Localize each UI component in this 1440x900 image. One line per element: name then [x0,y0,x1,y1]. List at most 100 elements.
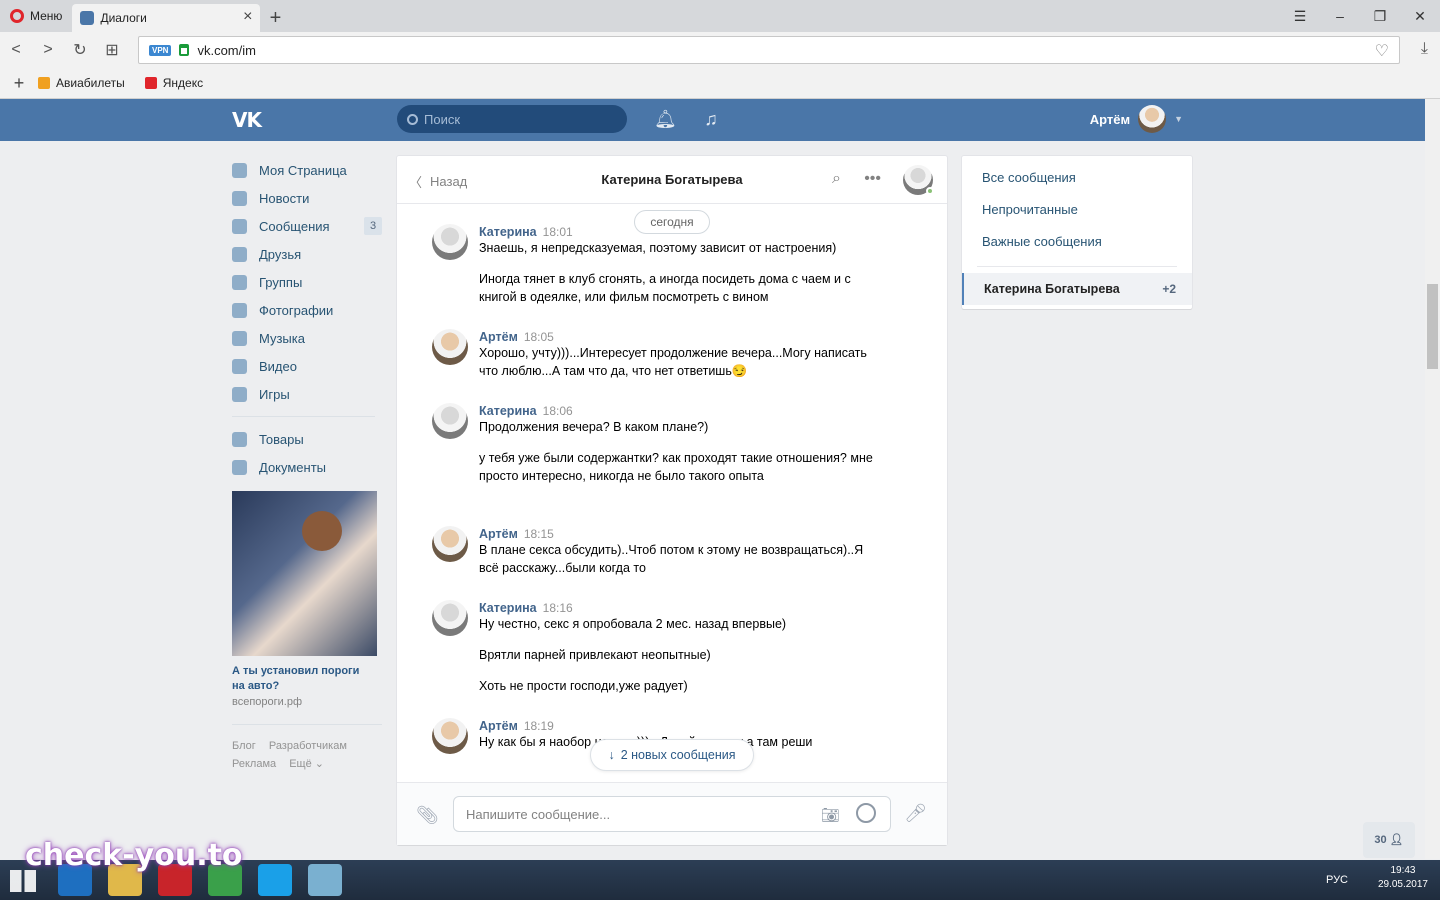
paperclip-icon[interactable]: 📎︎ [416,805,439,826]
menu-item-icon [232,459,247,475]
microphone-icon[interactable]: 🎤︎ [904,803,927,824]
back-icon[interactable]: < [0,32,32,68]
ad-image[interactable] [232,491,377,656]
message-author[interactable]: Катерина [479,601,537,615]
message-item[interactable]: Катерина 18:06 Продолжения вечера? В каком… [432,403,882,485]
browser-tab-active[interactable]: Диалоги × [72,4,261,32]
message-author[interactable]: Артём [479,527,518,541]
notes-icon[interactable] [308,864,342,896]
message-time[interactable]: 18:19 [524,719,554,733]
bookmark-yandex[interactable]: Яндекс [144,76,203,90]
camera-icon[interactable]: 📷︎ [821,806,840,824]
page-scrollbar[interactable] [1425,99,1440,859]
close-window-icon[interactable]: ✕ [1400,0,1440,32]
vk-logo-icon[interactable]: VK [232,108,266,132]
footer-link-blog[interactable]: Блог [232,740,256,752]
windows-start-icon[interactable] [10,870,36,892]
footer-link-developers[interactable]: Разработчикам [269,740,347,752]
new-messages-button[interactable]: ↓ 2 новых сообщения [590,739,754,771]
skype-icon[interactable] [258,864,292,896]
speed-dial-icon[interactable]: ⊞ [96,32,128,68]
message-item[interactable]: Катерина 18:01 Знаешь, я непредсказуемая, … [432,224,882,306]
message-time[interactable]: 18:06 [543,404,573,418]
minimize-icon[interactable]: – [1320,0,1360,32]
search-input[interactable]: Поиск [397,105,627,133]
new-tab-button[interactable]: + [260,4,290,32]
emoji-icon[interactable] [856,803,876,823]
filter-unread[interactable]: Непрочитанные [962,194,1192,226]
forward-icon[interactable]: > [32,32,64,68]
peer-avatar[interactable] [903,165,934,195]
message-time[interactable]: 18:05 [524,330,554,344]
url-text: vk.com/im [197,42,256,58]
restore-icon[interactable]: ❐ [1360,0,1400,32]
message-time[interactable]: 18:01 [543,225,573,239]
message-input[interactable]: Напишите сообщение... 📷︎ [453,796,891,832]
online-friends-counter[interactable]: 30 👤︎ [1363,822,1415,858]
sidebar-item[interactable]: Друзья [232,240,382,268]
message-avatar[interactable] [432,718,468,754]
message-item[interactable]: Артём 18:05 Хорошо, учту)))...Интересует п… [432,329,882,380]
message-avatar[interactable] [432,526,468,562]
heart-icon[interactable]: ♡ [1375,41,1389,61]
footer-link-ads[interactable]: Реклама [232,758,276,770]
message-avatar[interactable] [432,600,468,636]
message-avatar[interactable] [432,329,468,365]
message-avatar[interactable] [432,224,468,260]
add-bookmark-icon[interactable]: + [0,73,38,94]
message-author[interactable]: Катерина [479,225,537,239]
ad-block[interactable]: А ты установил пороги на авто? всепороги… [232,491,382,708]
menu-item-icon [232,246,247,262]
footer-link-more[interactable]: Ещё ⌄ [289,758,324,770]
search-placeholder: Поиск [424,111,461,127]
sidebar-item[interactable]: Игры [232,380,382,408]
music-note-icon[interactable]: ♫ [700,109,722,131]
message-avatar[interactable] [432,403,468,439]
sidebar-item[interactable]: Видео [232,352,382,380]
sidebar-item[interactable]: Музыка [232,324,382,352]
sidebar-item-label: Игры [259,386,290,402]
menu-item-icon [232,162,247,178]
message-item[interactable]: Артём 18:15 В плане секса обсудить)..Чтоб … [432,526,882,577]
tab-menu-icon[interactable]: ☰ [1280,0,1320,32]
reload-icon[interactable]: ↻ [64,32,96,68]
message-history[interactable]: сегодня Катерина 18:01 Знаешь, я непредска… [397,204,947,782]
sidebar-item[interactable]: Сообщения 3 [232,212,382,240]
message-author[interactable]: Артём [479,330,518,344]
ad-title[interactable]: А ты установил пороги на авто? [232,664,372,694]
scrollbar-thumb[interactable] [1427,284,1438,369]
sidebar-item-label: Новости [259,190,310,206]
clock[interactable]: 19:43 29.05.2017 [1378,864,1428,892]
user-menu[interactable]: Артём ▼ [1090,105,1183,133]
sidebar-item[interactable]: Товары [232,425,382,453]
message-time[interactable]: 18:16 [543,601,573,615]
lock-icon[interactable] [179,44,190,56]
ad-domain[interactable]: всепороги.рф [232,696,382,708]
sidebar-item[interactable]: Группы [232,268,382,296]
sidebar-item[interactable]: Документы [232,453,382,481]
download-icon[interactable]: ⤓ [1421,40,1428,58]
language-indicator[interactable]: РУС [1326,874,1348,886]
chat-panel: 〈 Назад Катерина Богатырева ⌕ ••• сегодн… [397,156,947,845]
message-body: Артём 18:15 В плане секса обсудить)..Чтоб … [479,526,882,577]
message-item[interactable]: Катерина 18:16 Ну честно, секс я опробовал… [432,600,882,695]
tab-close-icon[interactable]: × [243,9,252,25]
message-author[interactable]: Артём [479,719,518,733]
message-author[interactable]: Катерина [479,404,537,418]
person-icon: 👤︎ [1389,834,1404,846]
sidebar-item[interactable]: Фотографии [232,296,382,324]
sidebar-item[interactable]: Моя Страница [232,156,382,184]
message-time[interactable]: 18:15 [524,527,554,541]
filter-important[interactable]: Важные сообщения [962,226,1192,258]
filter-all-messages[interactable]: Все сообщения [962,162,1192,194]
bell-icon[interactable]: 🔔︎ [654,109,677,131]
vpn-badge[interactable]: VPN [149,44,172,56]
url-field[interactable]: VPN vk.com/im ♡ [138,36,1400,64]
sidebar-item[interactable]: Новости [232,184,382,212]
message-text: Врятли парней привлекают неопытные) [479,648,711,662]
search-icon[interactable]: ⌕ [832,170,841,188]
opera-menu-button[interactable]: Меню [0,0,72,32]
more-icon[interactable]: ••• [864,170,881,188]
active-dialog-item[interactable]: Катерина Богатырева +2 [962,273,1192,305]
bookmark-aviabilety[interactable]: Авиабилеты [38,76,125,90]
